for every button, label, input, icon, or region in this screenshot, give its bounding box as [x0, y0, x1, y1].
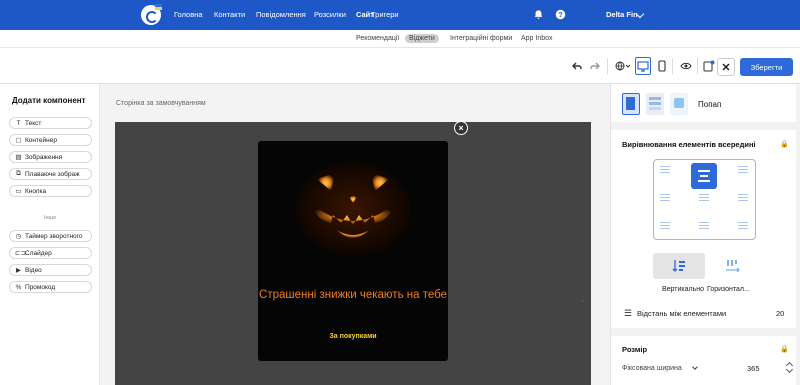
editor-toolbar: [0, 48, 800, 84]
component-promocode[interactable]: % Промокод: [9, 281, 92, 293]
svg-text:?: ?: [558, 10, 563, 19]
width-input[interactable]: 365: [747, 364, 760, 373]
component-floating-image[interactable]: ⧉ Плаваюче зображ: [9, 168, 92, 180]
nav-item-home[interactable]: Головна: [174, 10, 203, 19]
horizontal-direction-icon: [726, 260, 740, 273]
align-middle-right[interactable]: [738, 194, 748, 206]
width-mode-select[interactable]: Фіксована ширина: [622, 365, 682, 372]
popup-title[interactable]: Страшенні знижки чекають на тебе: [258, 287, 448, 303]
align-top-center[interactable]: [691, 163, 717, 189]
slider-icon: ⊏⊐: [15, 250, 26, 257]
undo-icon[interactable]: [570, 59, 584, 73]
popup-type-icon[interactable]: [622, 93, 640, 115]
preview-eye-icon[interactable]: [679, 59, 693, 73]
section-divider: [611, 328, 800, 336]
cursor-icon: ↖: [581, 299, 587, 306]
component-image[interactable]: ▨ Зображення: [9, 151, 92, 163]
mobile-view-icon[interactable]: [655, 59, 669, 73]
popup-close-icon[interactable]: ×: [454, 121, 468, 135]
spacing-icon: ☰: [624, 308, 633, 318]
image-icon: ▨: [15, 154, 22, 161]
component-text[interactable]: T Текст: [9, 117, 92, 129]
align-bottom-center[interactable]: [699, 222, 709, 234]
align-bottom-left[interactable]: [660, 222, 670, 234]
component-button[interactable]: ▭ Кнопка: [9, 185, 92, 197]
page-label[interactable]: Сторінка за замовчуванням: [116, 100, 206, 107]
percent-icon: %: [15, 283, 22, 291]
component-video[interactable]: ▶ Відео: [9, 264, 92, 276]
component-container[interactable]: ▢ Контейнер: [9, 134, 92, 146]
floating-image-icon: ⧉: [16, 170, 21, 177]
tab-recommendations[interactable]: Рекомендації: [352, 34, 403, 43]
container-icon: ▢: [15, 137, 22, 144]
play-icon: ▶: [16, 267, 21, 274]
direction-vertical-label: Вертикально: [662, 286, 705, 293]
spacing-input[interactable]: 20: [776, 309, 784, 318]
test-send-icon[interactable]: [702, 59, 716, 73]
panel-title: Додати компонент: [12, 96, 86, 105]
align-bottom-right[interactable]: [738, 222, 748, 234]
toolbar-divider: [697, 58, 698, 74]
popup-preview[interactable]: Страшенні знижки чекають на тебе За поку…: [258, 141, 448, 361]
direction-vertical-button[interactable]: [653, 253, 705, 279]
widget-type-label: Попап: [698, 100, 722, 109]
scrollbar[interactable]: [796, 84, 800, 385]
section-divider: [611, 122, 800, 130]
save-button[interactable]: Зберегти: [740, 58, 793, 76]
align-top-right[interactable]: [738, 166, 748, 178]
pumpkin-image[interactable]: [293, 151, 413, 256]
sub-tabs: Рекомендації Віджети Інтеграційні форми …: [0, 30, 800, 48]
tab-widgets[interactable]: Віджети: [405, 34, 439, 43]
nav-item-contacts[interactable]: Контакти: [214, 10, 245, 19]
flag-icon: [155, 4, 162, 10]
embedded-type-icon[interactable]: [646, 93, 664, 115]
help-icon[interactable]: ?: [555, 9, 566, 20]
width-stepper[interactable]: [785, 360, 794, 374]
toolbar-divider: [672, 58, 673, 74]
close-button[interactable]: ✕: [717, 58, 735, 76]
editor-canvas: Сторінка за замовчуванням Страшенні зниж…: [100, 84, 610, 385]
lock-icon[interactable]: 🔒: [780, 140, 789, 148]
nav-item-messages[interactable]: Повідомлення: [256, 10, 306, 19]
direction-horizontal-label: Горизонтал...: [707, 286, 750, 293]
align-middle-left[interactable]: [660, 194, 670, 206]
alignment-title: Вирівнювання елементів всередині: [622, 140, 756, 149]
floating-type-icon[interactable]: [670, 93, 688, 115]
account-name[interactable]: Delta Fin: [606, 10, 638, 19]
component-countdown-timer[interactable]: ◷ Таймер зворотного: [9, 230, 92, 242]
bell-icon[interactable]: [533, 9, 544, 20]
language-globe-icon[interactable]: [613, 59, 633, 73]
spacing-label: Відстань між елементами: [637, 309, 727, 318]
top-navigation: Головна Контакти Повідомлення Розсилки С…: [0, 0, 800, 30]
direction-horizontal-button[interactable]: [707, 253, 759, 279]
desktop-view-icon[interactable]: [635, 57, 651, 75]
nav-item-campaigns[interactable]: Розсилки: [314, 10, 346, 19]
popup-cta-button[interactable]: За покупками: [258, 333, 448, 340]
tab-app-inbox[interactable]: App Inbox: [517, 34, 557, 43]
redo-icon[interactable]: [588, 59, 602, 73]
align-top-left[interactable]: [660, 166, 670, 178]
lock-icon[interactable]: 🔒: [780, 345, 789, 353]
tab-integration-forms[interactable]: Інтеграційні форми: [446, 34, 516, 43]
text-icon: T: [16, 119, 21, 127]
component-panel: Додати компонент T Текст ▢ Контейнер ▨ Зобр…: [0, 84, 100, 385]
section-other-label: Інше: [43, 215, 57, 221]
align-middle-center[interactable]: [699, 194, 709, 206]
settings-panel: Попап Вирівнювання елементів всередині 🔒…: [611, 84, 800, 385]
alignment-grid[interactable]: [653, 159, 756, 240]
timer-icon: ◷: [15, 233, 22, 240]
toolbar-divider: [607, 58, 608, 74]
vertical-direction-icon: [672, 260, 685, 272]
size-title: Розмір: [622, 345, 648, 354]
component-slider[interactable]: ⊏⊐ Слайдер: [9, 247, 92, 259]
chevron-down-icon[interactable]: [692, 364, 698, 370]
button-icon: ▭: [15, 188, 22, 195]
nav-item-triggers[interactable]: Тригери: [371, 10, 399, 19]
